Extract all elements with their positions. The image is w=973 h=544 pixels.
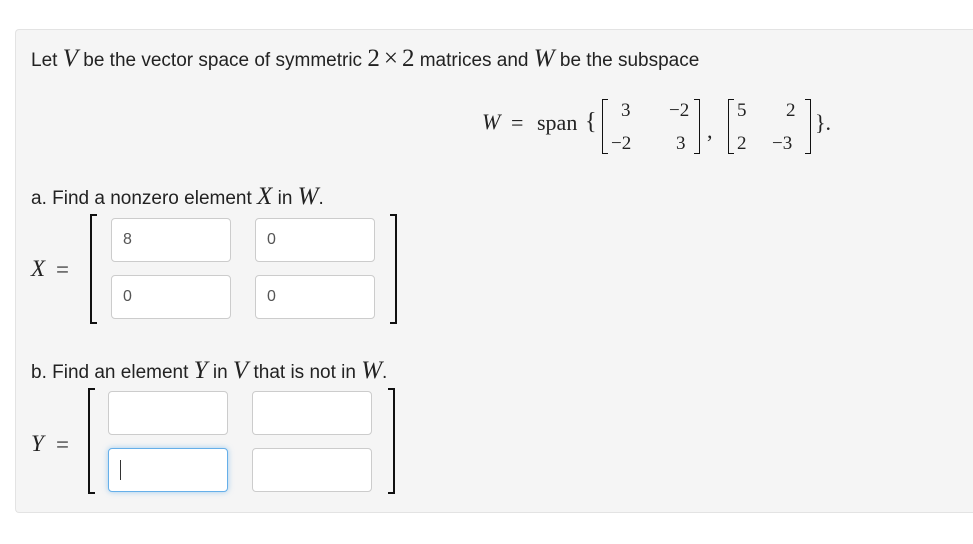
matrix2-right-bracket [805,99,811,154]
matrix2-a11: 5 [737,100,747,121]
intro-text-1: Let [31,50,63,71]
matrix2-a12: 2 [786,100,796,121]
intro-times: × [383,45,398,72]
intro-dim-1: 2 [367,45,380,72]
part-b-text-4: . [382,362,388,383]
matrix1-left-bracket [602,99,608,154]
problem-panel [15,29,973,513]
part-a-var-w: W [297,183,319,210]
span-comma: , [707,118,713,143]
part-a-text-1: a. Find a nonzero element [31,188,258,209]
part-b-lhs: Y [31,431,44,456]
part-b-text-1: b. Find an element [31,362,194,383]
part-b-equals: = [56,432,69,457]
span-func: span [537,110,578,135]
part-b-var-y: Y [193,357,208,384]
matrix2-left-bracket [728,99,734,154]
matrix-x-entry-12[interactable] [255,218,375,262]
part-a-text-3: . [318,188,324,209]
matrix2-a22: −3 [772,133,793,154]
matrix-x-entry-11[interactable] [111,218,231,262]
matrix1-a21: −2 [611,133,632,154]
matrix1-right-bracket [694,99,700,154]
part-b-left-bracket [88,388,95,494]
intro-text-2: be the vector space of symmetric [77,50,368,71]
matrix-y-entry-11[interactable] [108,391,228,435]
matrix1-a22: 3 [676,133,686,154]
part-a-prompt: a. Find a nonzero element X in W. [31,184,324,209]
part-a-lhs: X [31,256,46,281]
span-open-brace: { [585,109,597,135]
part-a-var-x: X [257,183,273,210]
part-b-text-3: that is not in [248,362,362,383]
intro-text-4: be the subspace [554,50,700,71]
matrix-y-entry-22[interactable] [252,448,372,492]
problem-intro: Let V be the vector space of symmetric 2… [31,46,699,71]
part-a-right-bracket [390,214,397,324]
part-b-prompt: b. Find an element Y in V that is not in… [31,358,387,383]
part-a-equals: = [56,257,69,282]
matrix2-a21: 2 [737,133,747,154]
text-cursor [120,460,121,480]
matrix-x-entry-21[interactable] [111,275,231,319]
span-lhs: W [482,109,501,134]
matrix1-a12: −2 [669,100,690,121]
span-close-brace: }. [815,110,832,135]
intro-dim-2: 2 [401,45,415,72]
span-equals: = [511,110,524,135]
part-b-right-bracket [388,388,395,494]
part-b-text-2: in [207,362,233,383]
intro-var-w: W [533,45,555,72]
intro-var-v: V [62,45,78,72]
intro-text-3: matrices and [414,50,534,71]
matrix-y-entry-21[interactable] [108,448,228,492]
part-a-left-bracket [90,214,97,324]
part-a-text-2: in [272,188,298,209]
matrix-x-entry-22[interactable] [255,275,375,319]
matrix-y-entry-12[interactable] [252,391,372,435]
matrix1-a11: 3 [621,100,631,121]
part-b-var-w: W [361,357,383,384]
part-b-var-v: V [232,357,249,384]
